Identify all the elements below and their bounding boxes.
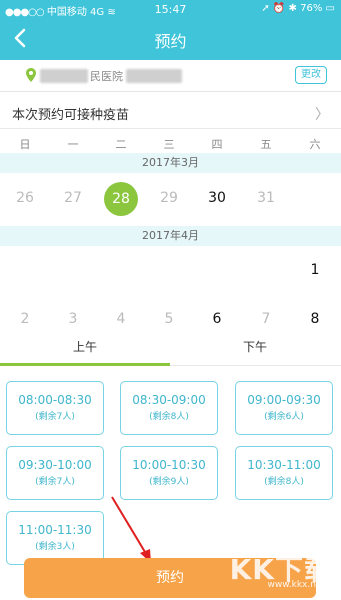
weekday-label: 五 xyxy=(260,138,272,151)
tab-afternoon[interactable]: 下午 xyxy=(170,338,340,355)
calendar-day: 3 xyxy=(68,311,78,327)
hospital-name: 民医院 xyxy=(90,70,123,83)
time-slot[interactable]: 09:00-09:30 (剩余6人) xyxy=(235,381,333,435)
calendar-day: 27 xyxy=(64,190,82,206)
slot-time: 10:30-11:00 xyxy=(247,458,321,472)
calendar-day[interactable]: 8 xyxy=(300,311,330,327)
slot-remaining: (剩余8人) xyxy=(149,412,189,422)
time-slot[interactable]: 08:30-09:00 (剩余8人) xyxy=(120,381,218,435)
weekday-label: 三 xyxy=(163,138,175,151)
weekday-label: 日 xyxy=(19,138,31,151)
watermark-url: www.kkx.net xyxy=(267,580,326,590)
month-header: 2017年4月 xyxy=(0,226,341,246)
page-title: 预约 xyxy=(154,32,187,51)
slot-remaining: (剩余3人) xyxy=(35,542,75,552)
location-services-icon: ➚ xyxy=(261,3,270,14)
bluetooth-icon: ✱ xyxy=(288,3,297,14)
slot-remaining: (剩余7人) xyxy=(35,412,75,422)
slot-remaining: (剩余7人) xyxy=(35,477,75,487)
period-tabs: 上午 下午 xyxy=(0,330,341,366)
nav-bar: 预约 xyxy=(0,18,341,60)
calendar-day: 7 xyxy=(261,311,271,327)
calendar-day[interactable]: 6 xyxy=(202,311,232,327)
redacted-text xyxy=(126,69,182,83)
redacted-text xyxy=(40,69,88,83)
vaccine-row[interactable]: 本次预约可接种疫苗 〉 xyxy=(0,95,341,129)
change-location-button[interactable]: 更改 xyxy=(295,66,327,84)
tab-morning[interactable]: 上午 xyxy=(0,338,170,355)
calendar-day[interactable]: 28 xyxy=(104,182,138,216)
calendar-day: 4 xyxy=(116,311,126,327)
alarm-icon: ⏰ xyxy=(272,3,286,14)
hospital-location-row: 民医院 更改 xyxy=(0,60,341,92)
battery-percent: 76% xyxy=(300,3,323,14)
time-slot[interactable]: 10:30-11:00 (剩余8人) xyxy=(235,446,333,500)
calendar-day: 31 xyxy=(257,190,275,206)
location-pin-icon xyxy=(26,68,36,82)
slot-time: 09:30-10:00 xyxy=(18,458,92,472)
calendar-day: 29 xyxy=(160,190,178,206)
weekday-header: 日一二三四五六 xyxy=(0,130,341,154)
chevron-right-icon: 〉 xyxy=(315,107,329,123)
weekday-label: 二 xyxy=(115,138,127,151)
time-slot[interactable]: 08:00-08:30 (剩余7人) xyxy=(6,381,104,435)
status-right: ➚ ⏰ ✱ 76% ▭ xyxy=(261,3,335,14)
time-slot[interactable]: 10:00-10:30 (剩余9人) xyxy=(120,446,218,500)
slot-time: 08:30-09:00 xyxy=(132,393,206,407)
status-bar: ●●●○○ 中国移动 4G ≋ 15:47 ➚ ⏰ ✱ 76% ▭ xyxy=(0,0,341,18)
time-slot[interactable]: 09:30-10:00 (剩余7人) xyxy=(6,446,104,500)
weekday-label: 一 xyxy=(67,138,79,151)
month-header: 2017年3月 xyxy=(0,153,341,173)
slot-time: 11:00-11:30 xyxy=(18,523,92,537)
calendar-day[interactable]: 1 xyxy=(300,262,330,278)
vaccine-row-label: 本次预约可接种疫苗 xyxy=(12,108,130,123)
red-arrow-annotation xyxy=(111,496,151,563)
slot-remaining: (剩余6人) xyxy=(264,412,304,422)
active-tab-indicator xyxy=(0,363,170,366)
watermark: KK下载 www.kkx.net xyxy=(225,548,335,592)
time-slot[interactable]: 11:00-11:30 (剩余3人) xyxy=(6,511,104,565)
calendar-day: 26 xyxy=(16,190,34,206)
slot-time: 09:00-09:30 xyxy=(247,393,321,407)
weekday-label: 六 xyxy=(309,138,321,151)
slot-time: 08:00-08:30 xyxy=(18,393,92,407)
slot-remaining: (剩余9人) xyxy=(149,477,189,487)
battery-icon: ▭ xyxy=(325,3,335,14)
calendar-day: 2 xyxy=(20,311,30,327)
calendar-day: 5 xyxy=(164,311,174,327)
weekday-label: 四 xyxy=(211,138,223,151)
slot-time: 10:00-10:30 xyxy=(132,458,206,472)
slot-remaining: (剩余8人) xyxy=(264,477,304,487)
calendar-day[interactable]: 30 xyxy=(202,190,232,206)
